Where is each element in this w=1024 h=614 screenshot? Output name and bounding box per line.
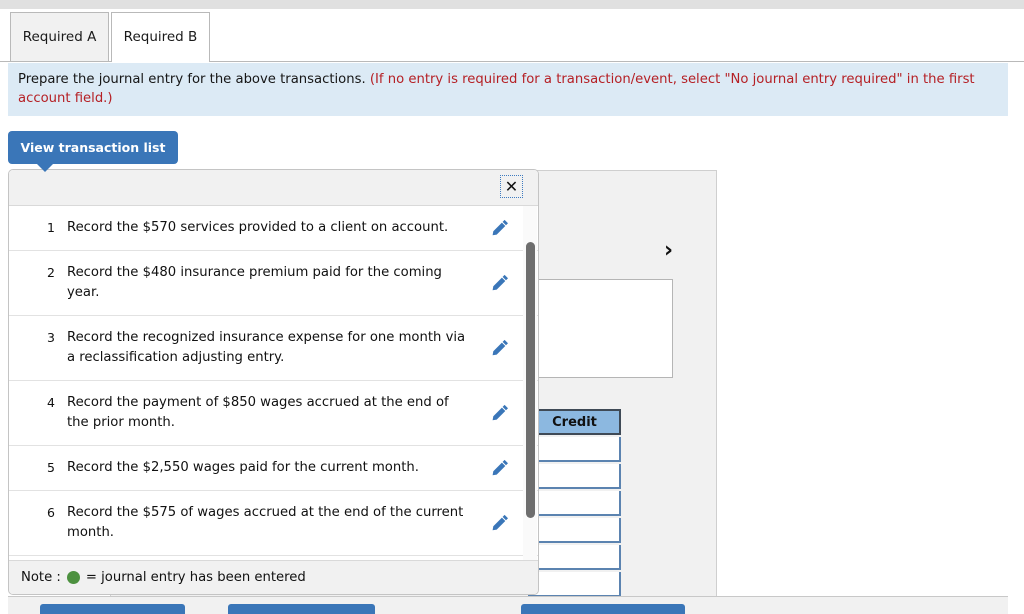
credit-input-cell[interactable] [528, 572, 621, 597]
transaction-text: Record the $2,550 wages paid for the cur… [67, 460, 419, 475]
pencil-icon[interactable] [490, 218, 510, 238]
bottom-action-button-3[interactable] [521, 604, 685, 614]
transaction-number: 4 [47, 395, 55, 410]
credit-input-cell[interactable] [528, 464, 621, 489]
instruction-main: Prepare the journal entry for the above … [18, 72, 366, 87]
transaction-list-popup: ✕ 1 Record the $570 services provided to… [8, 169, 539, 595]
list-item[interactable]: 4 Record the payment of $850 wages accru… [9, 381, 538, 446]
app-root: Required A Required B Prepare the journa… [0, 0, 1024, 614]
transaction-number: 3 [47, 330, 55, 345]
green-dot-icon [66, 571, 80, 584]
transaction-number: 5 [47, 460, 55, 475]
list-item[interactable]: 2 Record the $480 insurance premium paid… [9, 251, 538, 316]
transaction-list: 1 Record the $570 services provided to a… [9, 206, 538, 561]
popup-note: Note : = journal entry has been entered [9, 560, 538, 594]
pencil-icon[interactable] [490, 513, 510, 533]
instruction-banner: Prepare the journal entry for the above … [8, 63, 1008, 116]
credit-input-cell[interactable] [528, 491, 621, 516]
tab-required-b[interactable]: Required B [111, 12, 210, 62]
list-item[interactable]: 6 Record the $575 of wages accrued at th… [9, 491, 538, 556]
transaction-number: 1 [47, 220, 55, 235]
list-item[interactable]: 3 Record the recognized insurance expens… [9, 316, 538, 381]
transaction-number: 2 [47, 265, 55, 280]
tab-bar: Required A Required B [0, 9, 1024, 62]
credit-input-cell[interactable] [528, 518, 621, 543]
transaction-text: Record the $480 insurance premium paid f… [67, 265, 442, 300]
pencil-icon[interactable] [490, 338, 510, 358]
note-suffix: = journal entry has been entered [85, 570, 306, 585]
transaction-number: 6 [47, 505, 55, 520]
view-transaction-list-button[interactable]: View transaction list [8, 131, 178, 164]
tab-required-a-label: Required A [22, 29, 97, 45]
pencil-icon[interactable] [490, 273, 510, 293]
transaction-text: Record the recognized insurance expense … [67, 330, 466, 365]
transaction-text: Record the $570 services provided to a c… [67, 220, 449, 235]
bottom-action-button-2[interactable] [228, 604, 375, 614]
chevron-right-icon[interactable]: › [664, 240, 673, 262]
list-item[interactable]: 1 Record the $570 services provided to a… [9, 206, 538, 251]
credit-column-header: Credit [528, 409, 621, 435]
close-icon[interactable]: ✕ [500, 175, 523, 198]
credit-input-cell[interactable] [528, 437, 621, 462]
popup-header: ✕ [9, 170, 538, 206]
transaction-text: Record the payment of $850 wages accrued… [67, 395, 449, 430]
credit-column: Credit [528, 409, 621, 597]
top-grey-strip [0, 0, 1024, 9]
transaction-text: Record the $575 of wages accrued at the … [67, 505, 464, 540]
popup-scrollbar-thumb[interactable] [526, 242, 535, 518]
pencil-icon[interactable] [490, 403, 510, 423]
bottom-action-button-1[interactable] [40, 604, 185, 614]
credit-input-cell[interactable] [528, 545, 621, 570]
popup-caret [36, 163, 54, 172]
list-item[interactable]: 5 Record the $2,550 wages paid for the c… [9, 446, 538, 491]
tab-required-b-label: Required B [123, 29, 198, 45]
note-prefix: Note : [21, 570, 61, 585]
tab-required-a[interactable]: Required A [10, 12, 109, 61]
pencil-icon[interactable] [490, 458, 510, 478]
